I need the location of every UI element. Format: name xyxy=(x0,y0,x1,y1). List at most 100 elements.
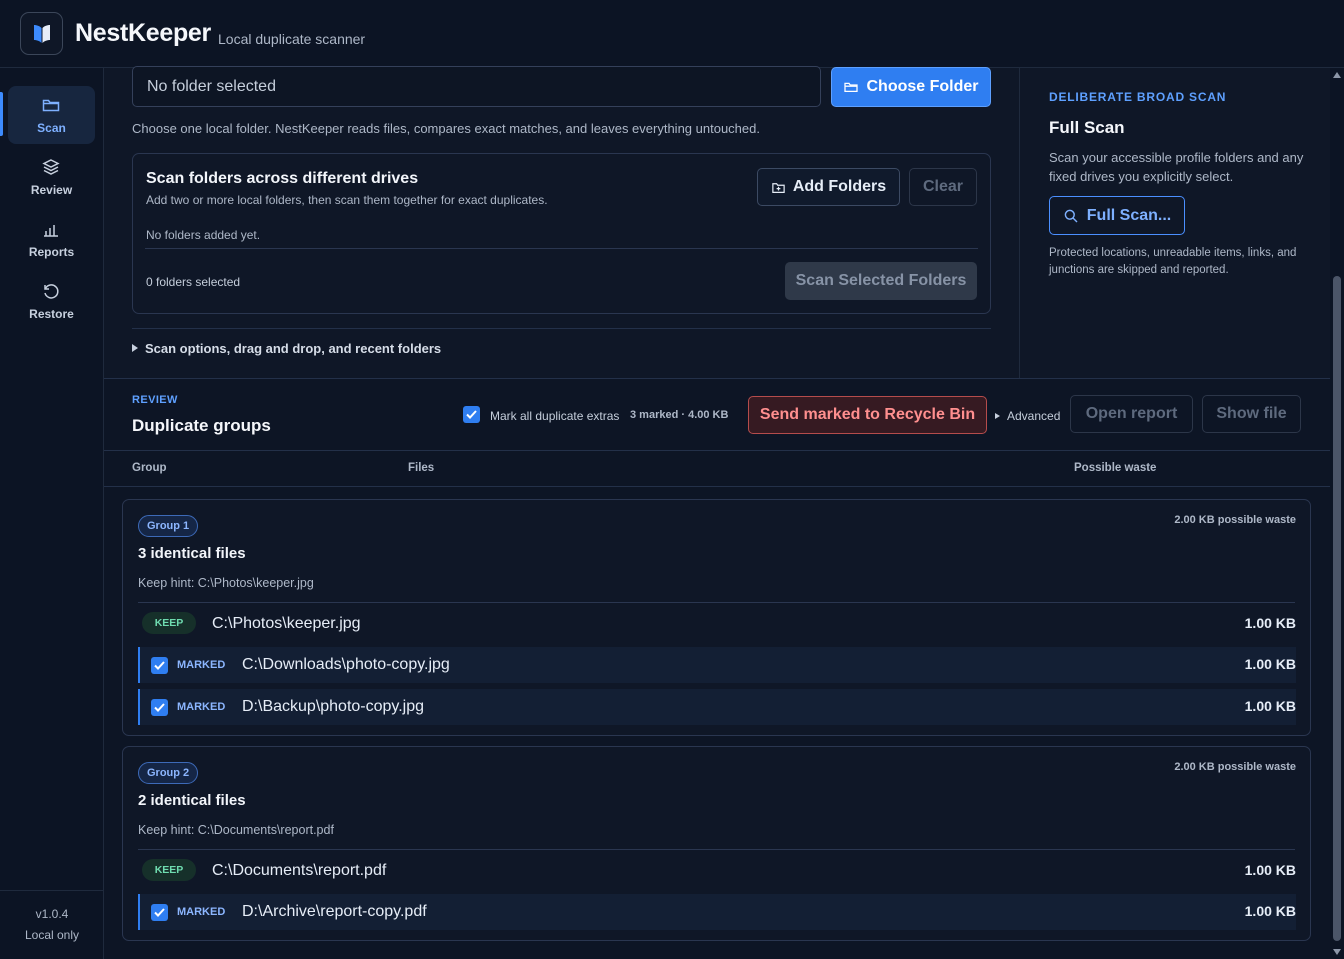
scroll-down-arrow[interactable] xyxy=(1333,949,1341,955)
check-icon xyxy=(154,661,165,670)
file-checkbox[interactable] xyxy=(151,699,168,716)
main-content: No folder selected Choose Folder Choose … xyxy=(104,66,1330,959)
file-size: 1.00 KB xyxy=(1244,862,1296,878)
full-scan-note: Protected locations, unreadable items, l… xyxy=(1049,247,1297,276)
file-checkbox[interactable] xyxy=(151,904,168,921)
group-title: 2 identical files xyxy=(138,792,246,809)
show-file-button[interactable]: Show file xyxy=(1202,395,1301,433)
nav-scan-label: Scan xyxy=(37,121,66,135)
file-path: C:\Downloads\photo-copy.jpg xyxy=(242,656,450,673)
group-badge: Group 2 xyxy=(138,762,199,784)
scan-options-toggle[interactable]: Scan options, drag and drop, and recent … xyxy=(132,341,441,356)
layers-icon xyxy=(42,159,60,175)
marked-badge: MARKED xyxy=(177,659,226,671)
folders-selected-count: 0 folders selected xyxy=(146,275,241,289)
keep-badge: KEEP xyxy=(142,859,196,881)
top-bar: NestKeeper Local duplicate scanner xyxy=(0,0,1344,68)
advanced-label: Advanced xyxy=(1007,409,1061,423)
bar-chart-icon xyxy=(44,225,58,237)
group-waste: 2.00 KB possible waste xyxy=(1174,514,1296,526)
app-subtitle: Local duplicate scanner xyxy=(218,31,366,47)
restore-icon xyxy=(44,284,59,299)
file-size: 1.00 KB xyxy=(1244,615,1296,631)
caret-right-icon xyxy=(132,344,138,352)
group-waste: 2.00 KB possible waste xyxy=(1174,761,1296,773)
mark-all-label: Mark all duplicate extras xyxy=(490,409,620,423)
folder-open-icon xyxy=(844,82,859,93)
nav-reports[interactable]: Reports xyxy=(8,210,95,268)
app-version: v1.0.4 xyxy=(35,907,69,921)
nav-reports-label: Reports xyxy=(28,245,75,259)
marked-badge: MARKED xyxy=(177,701,226,713)
nav-restore[interactable]: Restore xyxy=(8,272,95,330)
nav-restore-label: Restore xyxy=(29,307,74,321)
file-path: D:\Backup\photo-copy.jpg xyxy=(242,698,425,715)
full-scan-description: Scan your accessible profile folders and… xyxy=(1049,150,1304,184)
nav-scan[interactable]: Scan xyxy=(8,86,95,144)
active-nav-indicator xyxy=(0,92,3,136)
scroll-up-arrow[interactable] xyxy=(1333,72,1341,78)
multi-drive-panel: Scan folders across different drives Add… xyxy=(132,153,991,314)
sidebar-footer: v1.0.4 Local only xyxy=(0,890,104,959)
full-scan-label: Full Scan... xyxy=(1086,206,1172,224)
file-size: 1.00 KB xyxy=(1244,698,1296,714)
scrollbar-thumb[interactable] xyxy=(1333,276,1341,941)
multi-drive-title: Scan folders across different drives xyxy=(146,170,419,187)
file-row[interactable]: KEEP C:\Documents\report.pdf 1.00 KB xyxy=(138,853,1296,889)
duplicate-group: Group 1 2.00 KB possible waste 3 identic… xyxy=(122,499,1311,736)
file-path: C:\Photos\keeper.jpg xyxy=(212,615,361,632)
divider xyxy=(138,849,1295,850)
column-header-files: Files xyxy=(408,462,435,474)
mark-all-checkbox[interactable] xyxy=(463,406,480,423)
marked-summary: 3 marked · 4.00 KB xyxy=(630,409,729,421)
full-scan-tag: DELIBERATE BROAD SCAN xyxy=(1049,90,1227,104)
keep-badge: KEEP xyxy=(142,612,196,634)
divider xyxy=(104,450,1330,451)
add-folders-button[interactable]: Add Folders xyxy=(757,168,900,206)
open-report-button[interactable]: Open report xyxy=(1070,395,1193,433)
choose-folder-button[interactable]: Choose Folder xyxy=(831,67,991,107)
app-name: NestKeeper xyxy=(75,19,211,47)
full-scan-title: Full Scan xyxy=(1049,118,1125,137)
scan-options-label: Scan options, drag and drop, and recent … xyxy=(145,341,442,356)
keep-hint: Keep hint: C:\Documents\report.pdf xyxy=(138,823,334,837)
scan-selected-folders-button[interactable]: Scan Selected Folders xyxy=(785,262,977,300)
nav-review-label: Review xyxy=(30,183,73,197)
group-title: 3 identical files xyxy=(138,545,246,562)
file-row[interactable]: MARKED D:\Backup\photo-copy.jpg 1.00 KB xyxy=(138,689,1296,725)
scan-help-text: Choose one local folder. NestKeeper read… xyxy=(132,121,760,136)
file-checkbox[interactable] xyxy=(151,657,168,674)
choose-folder-label: Choose Folder xyxy=(866,78,979,95)
empty-folders-text: No folders added yet. xyxy=(146,228,261,242)
review-title: Duplicate groups xyxy=(132,416,271,435)
app-mode: Local only xyxy=(24,928,80,942)
file-size: 1.00 KB xyxy=(1244,656,1296,672)
divider xyxy=(145,248,978,249)
scrollbar[interactable] xyxy=(1330,68,1344,959)
check-icon xyxy=(466,410,477,419)
file-size: 1.00 KB xyxy=(1244,903,1296,919)
file-row[interactable]: MARKED C:\Downloads\photo-copy.jpg 1.00 … xyxy=(138,647,1296,683)
app-logo xyxy=(20,12,63,55)
review-tag: REVIEW xyxy=(132,394,178,406)
folder-icon xyxy=(42,99,60,112)
divider xyxy=(104,486,1330,487)
folder-path-field[interactable]: No folder selected xyxy=(132,66,821,107)
advanced-toggle[interactable]: Advanced xyxy=(995,409,1060,423)
sidebar: Scan Review Reports Restore v1.0.4 Local… xyxy=(0,68,104,959)
divider xyxy=(132,328,991,329)
send-to-recycle-bin-button[interactable]: Send marked to Recycle Bin xyxy=(748,396,987,434)
file-path: D:\Archive\report-copy.pdf xyxy=(242,903,427,920)
file-row[interactable]: KEEP C:\Photos\keeper.jpg 1.00 KB xyxy=(138,606,1296,642)
full-scan-button[interactable]: Full Scan... xyxy=(1049,196,1185,235)
folder-plus-icon xyxy=(772,182,785,193)
divider xyxy=(138,602,1295,603)
file-row[interactable]: MARKED D:\Archive\report-copy.pdf 1.00 K… xyxy=(138,894,1296,930)
clear-button[interactable]: Clear xyxy=(909,168,977,206)
marked-badge: MARKED xyxy=(177,906,226,918)
column-header-group: Group xyxy=(132,462,167,474)
search-icon xyxy=(1064,209,1078,223)
full-scan-panel: DELIBERATE BROAD SCAN Full Scan Scan you… xyxy=(1019,68,1330,378)
nav-review[interactable]: Review xyxy=(8,148,95,206)
file-path: C:\Documents\report.pdf xyxy=(212,862,387,879)
